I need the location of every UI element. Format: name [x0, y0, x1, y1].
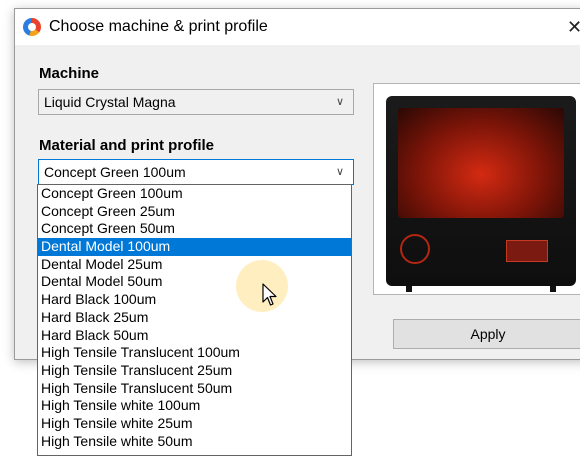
printer-foot	[406, 286, 412, 292]
dropdown-option[interactable]: Dental Model 25um	[38, 256, 351, 274]
printer-control-panel	[506, 240, 548, 262]
dropdown-option[interactable]: Concept Green 100um	[38, 185, 351, 203]
material-profile-select[interactable]: Concept Green 100um ∨	[38, 159, 354, 185]
material-profile-select-value: Concept Green 100um	[44, 164, 186, 180]
material-profile-dropdown-list[interactable]: Concept Green 100um Concept Green 25um C…	[37, 184, 352, 456]
dropdown-option[interactable]: High Tensile Translucent 50um	[38, 380, 351, 398]
machine-label: Machine	[39, 65, 100, 82]
close-button[interactable]: ✕	[567, 15, 580, 39]
dropdown-option[interactable]: Concept Green 25um	[38, 203, 351, 221]
dialog-title: Choose machine & print profile	[49, 18, 268, 35]
chevron-down-icon: ∨	[335, 166, 345, 178]
dropdown-option[interactable]: Hard Black 100um	[38, 291, 351, 309]
machine-select[interactable]: Liquid Crystal Magna ∨	[38, 89, 354, 115]
dropdown-option[interactable]: Hard Black 50um	[38, 327, 351, 345]
mouse-pointer-icon	[262, 283, 277, 306]
dropdown-option[interactable]: High Tensile white 25um	[38, 415, 351, 433]
app-logo-icon	[23, 18, 41, 36]
title-bar: Choose machine & print profile ✕	[15, 9, 580, 45]
apply-button[interactable]: Apply	[393, 319, 580, 349]
dropdown-option[interactable]: Hard Black 25um	[38, 309, 351, 327]
printer-build-window	[398, 108, 564, 218]
dropdown-option[interactable]: High Tensile Translucent 100um	[38, 344, 351, 362]
dropdown-option[interactable]: Dental Model 50um	[38, 273, 351, 291]
printer-foot	[550, 286, 556, 292]
dropdown-option[interactable]: High Tensile Translucent 25um	[38, 362, 351, 380]
chevron-down-icon: ∨	[335, 96, 345, 108]
machine-select-value: Liquid Crystal Magna	[44, 94, 176, 110]
dropdown-option[interactable]: Concept Green 50um	[38, 220, 351, 238]
dropdown-option[interactable]: High Tensile white 100um	[38, 397, 351, 415]
printer-logo-icon	[400, 234, 430, 264]
dropdown-option[interactable]: Dental Model 100um	[38, 238, 351, 256]
machine-preview	[373, 83, 580, 295]
dropdown-option[interactable]: High Tensile white 50um	[38, 433, 351, 451]
printer-image	[386, 96, 576, 292]
material-profile-label: Material and print profile	[39, 137, 215, 154]
